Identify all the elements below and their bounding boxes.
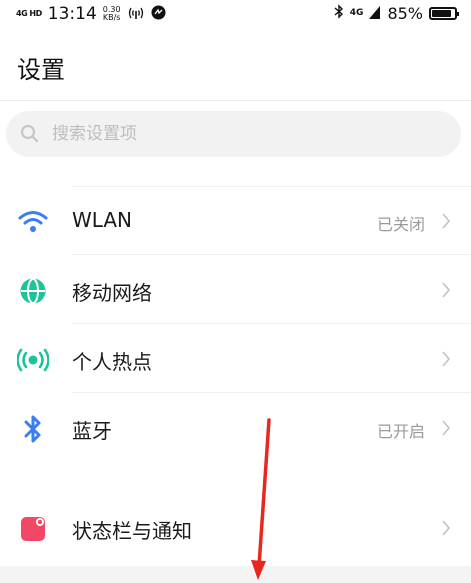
status-right: 4G 85% <box>334 4 459 23</box>
chevron-right-icon <box>442 420 451 436</box>
header-divider <box>0 100 471 101</box>
settings-item-label: 状态栏与通知 <box>72 519 192 543</box>
battery-text: 85% <box>387 4 423 23</box>
group-divider <box>72 186 471 187</box>
battery-fill <box>432 10 451 17</box>
settings-item-label: 蓝牙 <box>72 419 112 443</box>
right-network-indicator: 4G <box>350 9 364 18</box>
settings-item-mobile-network[interactable]: 移动网络 <box>0 258 471 324</box>
search-box[interactable] <box>6 111 461 157</box>
settings-item-value: 已关闭 <box>376 215 425 234</box>
right-network-label: 4G <box>349 8 364 18</box>
settings-item-hotspot[interactable]: 个人热点 <box>0 327 471 393</box>
chevron-right-icon <box>442 351 451 367</box>
hotspot-icon <box>16 343 50 377</box>
settings-item-label: WLAN <box>72 208 133 232</box>
bluetooth-status-icon <box>334 4 344 23</box>
chevron-right-icon <box>442 520 451 536</box>
search-input[interactable] <box>50 123 434 145</box>
status-time: 13:14 <box>47 4 97 24</box>
battery-icon <box>429 7 459 20</box>
bluetooth-icon <box>16 412 50 446</box>
status-bar: 4G HD 13:14 0.30 KB/s 4G 85% <box>0 0 471 28</box>
network-indicator: 4G HD <box>16 9 42 18</box>
bottom-strip <box>0 566 471 583</box>
settings-item-status-bar-notifications[interactable]: 状态栏与通知 <box>0 496 471 562</box>
wifi-icon <box>16 205 50 239</box>
settings-item-wlan[interactable]: WLAN 已关闭 <box>0 189 471 255</box>
status-left: 4G HD 13:14 0.30 KB/s <box>16 4 166 24</box>
signal-broadcast-icon <box>127 5 145 24</box>
search-icon <box>21 125 39 143</box>
network-speed: 0.30 KB/s <box>103 6 121 22</box>
globe-icon <box>16 274 50 308</box>
page-title: 设置 <box>17 56 65 84</box>
settings-item-label: 个人热点 <box>72 350 152 374</box>
chevron-right-icon <box>442 213 451 229</box>
chevron-right-icon <box>442 282 451 298</box>
notification-icon <box>16 512 50 546</box>
network-speed-unit: KB/s <box>102 13 121 22</box>
settings-item-label: 移动网络 <box>72 281 152 305</box>
settings-item-value: 已开启 <box>376 422 425 441</box>
cell-signal-icon <box>369 4 381 23</box>
settings-item-bluetooth[interactable]: 蓝牙 已开启 <box>0 396 471 462</box>
row-divider <box>72 323 471 324</box>
app-notification-icon <box>151 5 166 24</box>
row-divider <box>72 254 471 255</box>
row-divider <box>72 392 471 393</box>
